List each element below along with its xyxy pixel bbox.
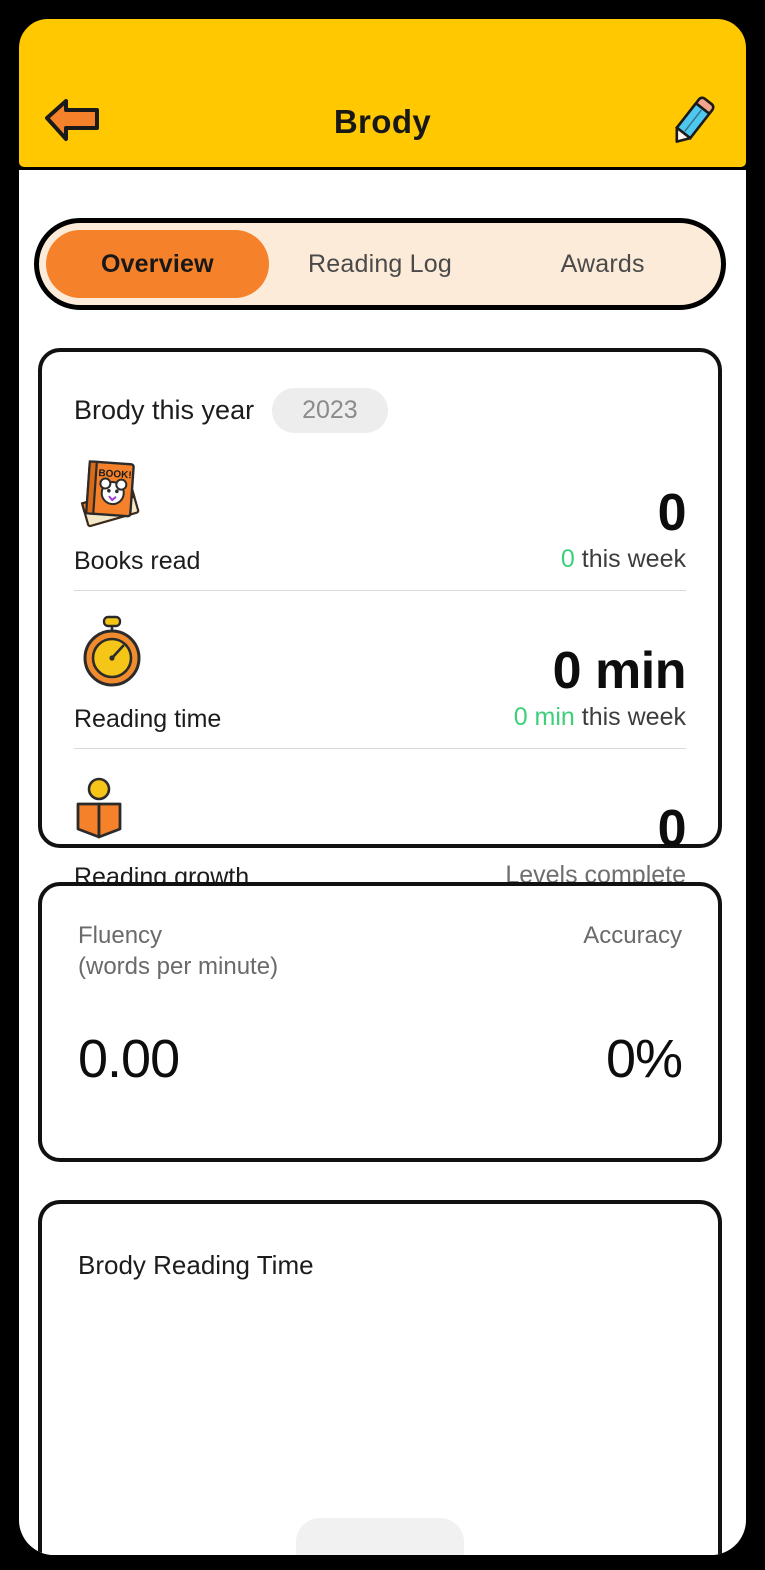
stats-heading: Brody this year (74, 395, 255, 425)
stopwatch-icon (83, 615, 141, 687)
back-button[interactable] (41, 93, 105, 147)
stat-sub-books-read: 0 this week (561, 545, 686, 574)
stat-right-books: 0 0 this week (561, 484, 687, 576)
chart-title: Brody Reading Time (78, 1250, 314, 1280)
stat-sub-text-time: this week (581, 703, 686, 731)
stat-value-reading-growth: 0 (657, 800, 687, 859)
app-header: Brody (14, 14, 751, 172)
content-sheet: Overview Reading Log Awards Brody this y… (14, 170, 751, 1560)
accuracy-value: 0% (605, 1029, 683, 1090)
score-card-values: 0.00 0% (42, 982, 718, 1090)
fluency-value: 0.00 (78, 1029, 180, 1090)
fluency-label: Fluency (words per minute) (78, 920, 278, 982)
books-stack-icon: BOOK! (80, 460, 140, 528)
reader-book-icon (76, 777, 122, 839)
tab-bar: Overview Reading Log Awards (34, 218, 726, 310)
stat-row-reading-time: Reading time 0 min 0 min this week (42, 591, 718, 748)
page-title: Brody (333, 103, 432, 140)
reading-time-chart-card: Brody Reading Time (38, 1200, 722, 1555)
fluency-label-line1: Fluency (78, 922, 163, 949)
fluency-label-line2: (words per minute) (78, 953, 279, 981)
stats-card-header: Brody this year 2023 (42, 352, 718, 433)
score-card-labels: Fluency (words per minute) Accuracy (42, 886, 718, 982)
stat-left-books: BOOK! Books read (74, 455, 200, 576)
yearly-stats-card: Brody this year 2023 BOOK! Books read 0 … (38, 348, 722, 891)
stat-sub-highlight-time: 0 min (513, 703, 575, 731)
stat-value-books-read: 0 (657, 484, 687, 543)
stat-label-reading-time: Reading time (74, 705, 222, 733)
stat-sub-highlight-books: 0 (560, 545, 575, 573)
accuracy-label: Accuracy (583, 922, 682, 949)
stat-sub-text-books: this week (581, 545, 686, 573)
stat-sub-reading-time: 0 min this week (514, 703, 686, 732)
tab-overview[interactable]: Overview (46, 230, 269, 298)
pencil-icon (675, 96, 715, 143)
tab-awards[interactable]: Awards (491, 230, 714, 298)
stat-row-books-read: BOOK! Books read 0 0 this week (42, 433, 718, 590)
year-selector-chip[interactable]: 2023 (272, 388, 388, 433)
fluency-accuracy-card: Fluency (words per minute) Accuracy 0.00… (38, 882, 722, 1162)
stat-left-time: Reading time (74, 613, 221, 734)
stat-right-time: 0 min 0 min this week (514, 642, 687, 734)
stat-right-growth: 0 Levels complete (505, 802, 686, 892)
back-arrow-icon (45, 99, 99, 141)
stat-left-growth: Reading growth (74, 771, 249, 892)
stat-label-books-read: Books read (74, 547, 201, 575)
phone-frame: Brody Overview Reading Log Awards Brody … (0, 0, 765, 1570)
tab-reading-log[interactable]: Reading Log (269, 230, 492, 298)
chart-period-chip[interactable] (296, 1518, 464, 1555)
edit-button[interactable] (662, 89, 724, 151)
stat-value-reading-time: 0 min (552, 642, 687, 701)
